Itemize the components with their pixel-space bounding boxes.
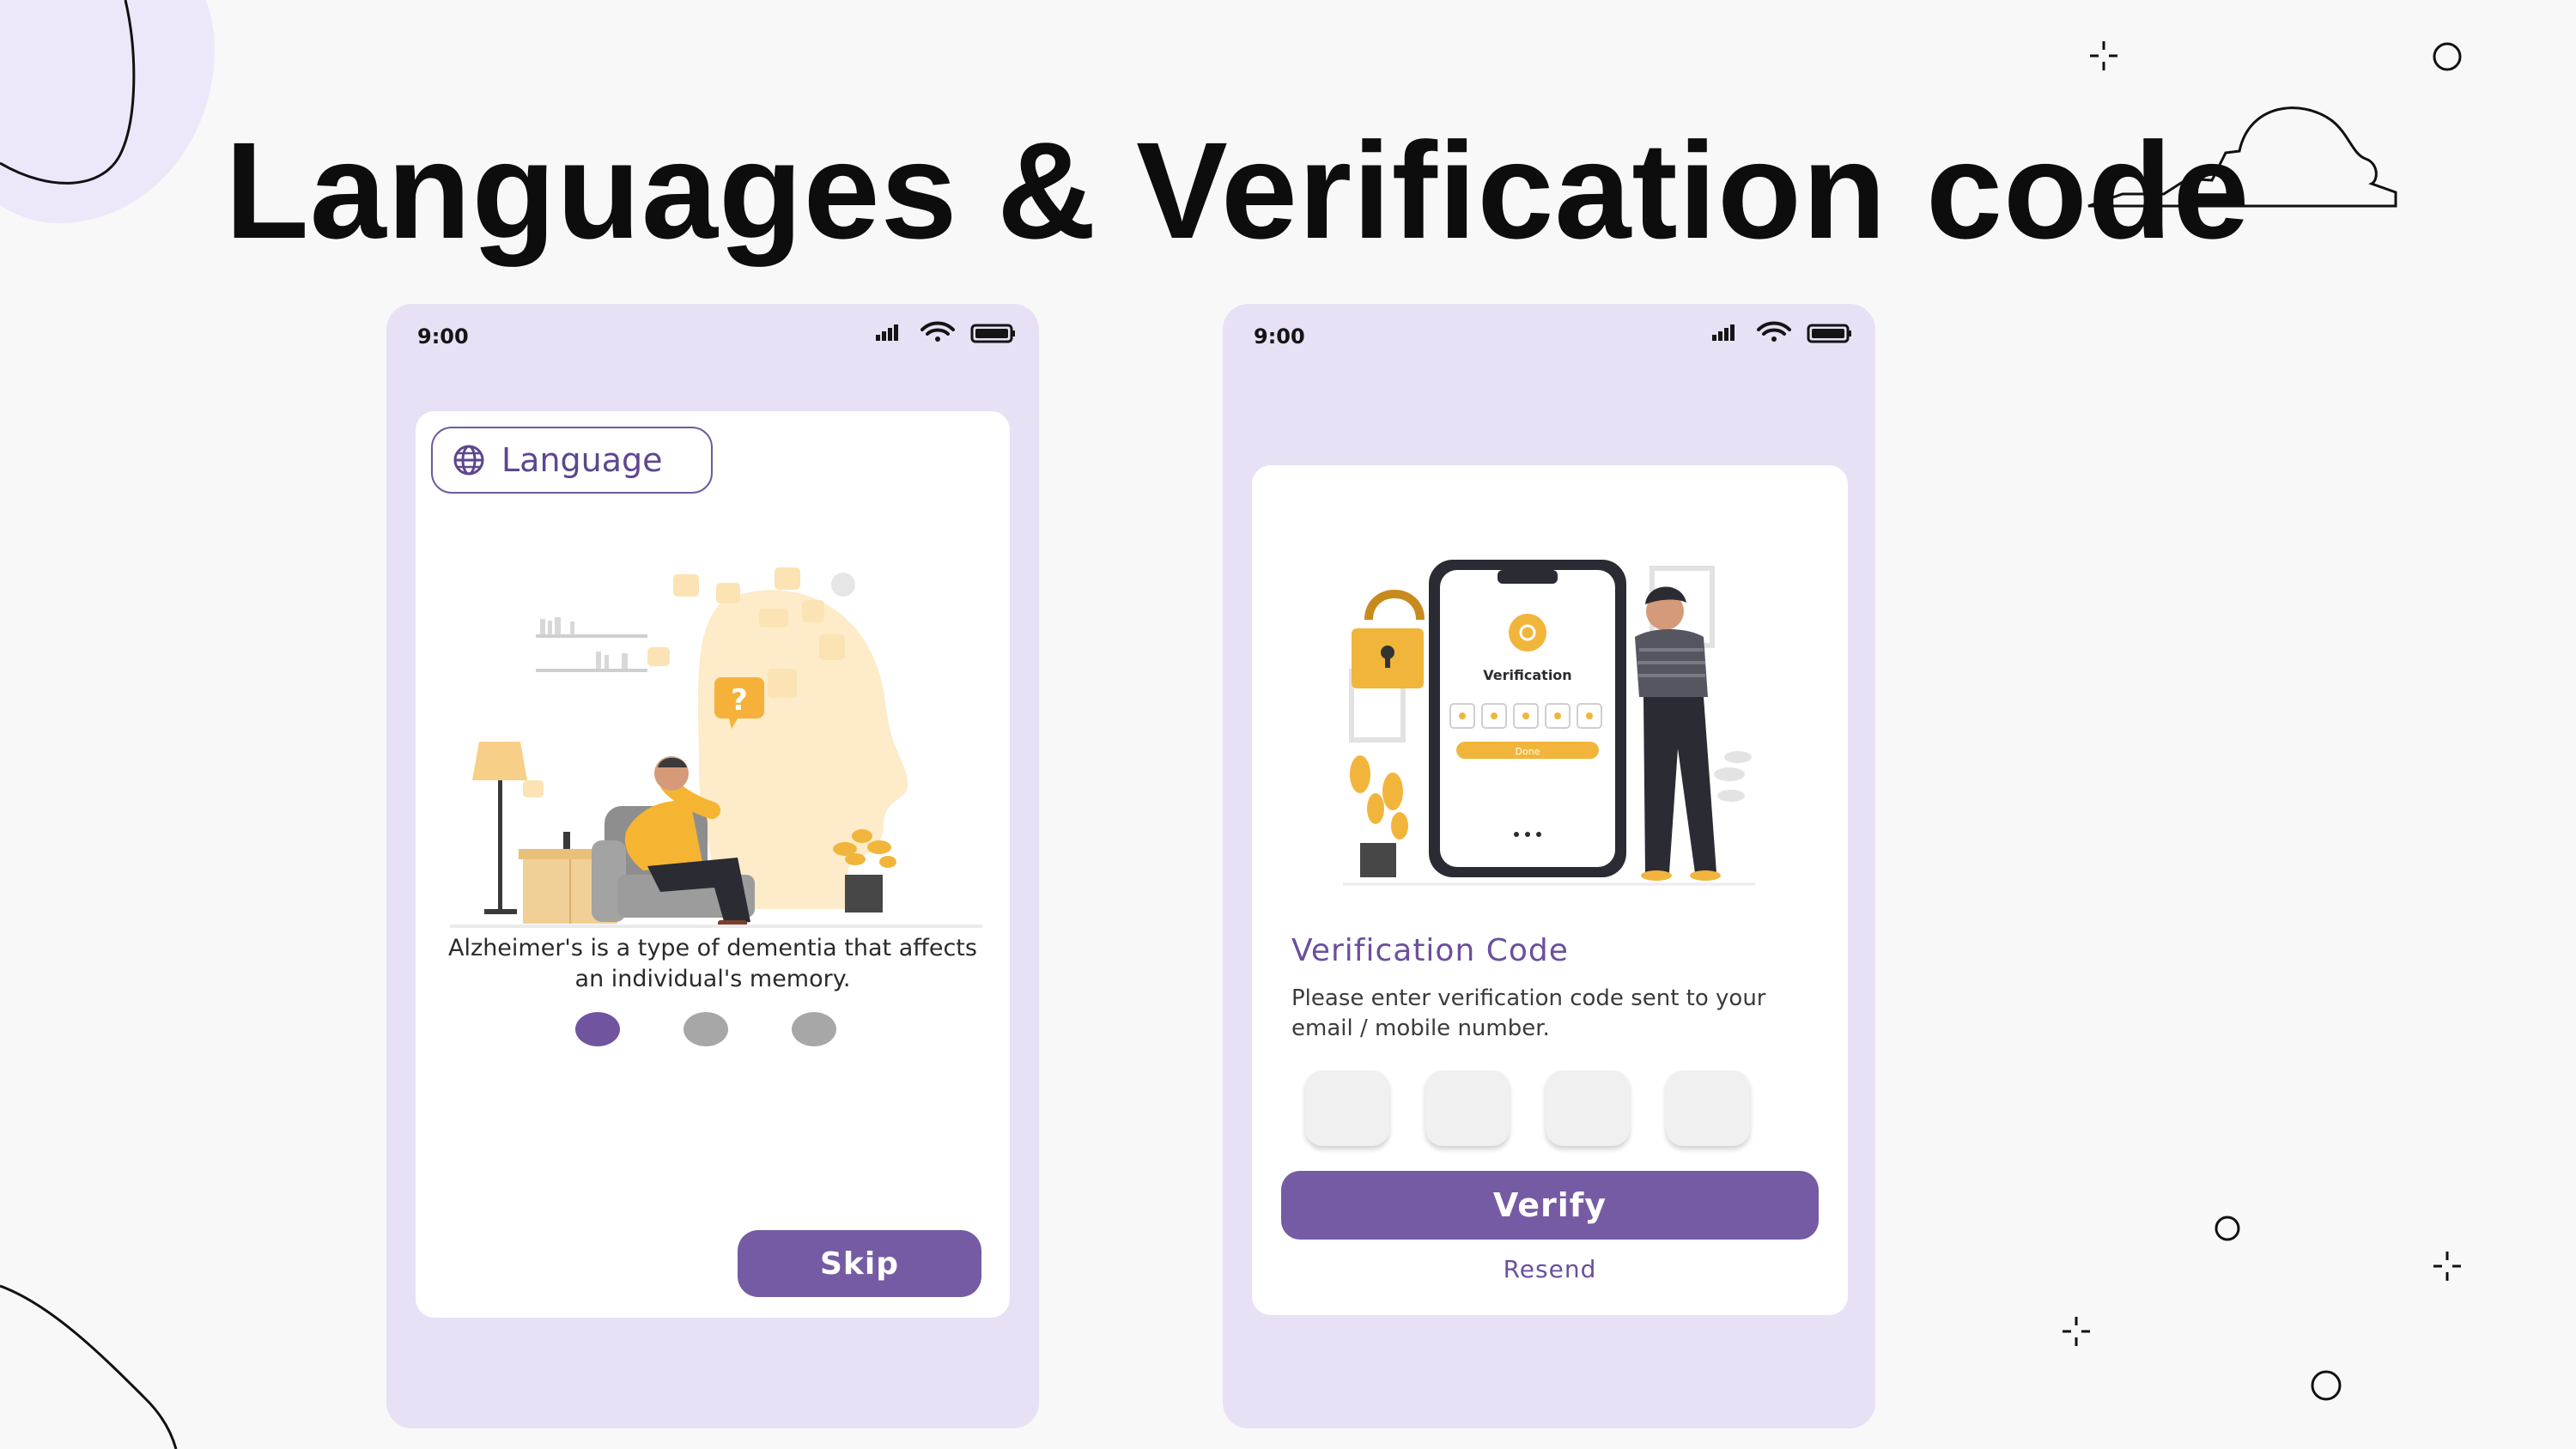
illustration-done: Done — [1516, 746, 1540, 757]
verify-button[interactable]: Verify — [1281, 1171, 1819, 1240]
signal-icon — [876, 324, 898, 341]
status-icons — [1712, 321, 1851, 343]
page-title: Languages & Verification code — [225, 113, 2251, 267]
resend-link[interactable]: Resend — [1252, 1255, 1848, 1283]
onboarding-card: Language ? Alzheimer's is a type of deme… — [416, 411, 1010, 1318]
otp-input-1[interactable] — [1305, 1070, 1389, 1146]
illustration-caption: Verification — [1483, 667, 1571, 683]
otp-input-4[interactable] — [1666, 1070, 1750, 1146]
battery-icon — [1807, 324, 1851, 343]
skip-button[interactable]: Skip — [738, 1230, 981, 1297]
verification-illustration: Verification Done — [1343, 560, 1755, 886]
wifi-icon — [1757, 321, 1791, 342]
page-dot-2[interactable] — [683, 1012, 728, 1046]
page-dot-1[interactable] — [575, 1012, 620, 1046]
wifi-icon — [920, 321, 955, 342]
alzheimer-illustration: ? — [450, 567, 982, 928]
status-icons — [876, 321, 1015, 343]
signal-icon — [1712, 324, 1735, 341]
globe-icon — [453, 445, 484, 476]
page-indicator — [575, 1012, 850, 1048]
svg-text:?: ? — [731, 683, 748, 718]
otp-input-2[interactable] — [1425, 1070, 1510, 1146]
page-dot-3[interactable] — [792, 1012, 836, 1046]
verification-heading: Verification Code — [1291, 933, 1569, 968]
phone-language-screen: 9:00 Language ? Alzheimer's is a type of… — [386, 304, 1039, 1428]
verification-card: Verification Done Verification Code Plea… — [1252, 465, 1848, 1315]
status-time: 9:00 — [417, 324, 469, 349]
status-time: 9:00 — [1254, 324, 1305, 349]
onboarding-description: Alzheimer's is a type of dementia that a… — [448, 935, 977, 992]
phone-verification-screen: 9:00 Verification Done Verification Code… — [1223, 304, 1875, 1428]
verification-description: Please enter verification code sent to y… — [1291, 985, 1766, 1041]
otp-input-3[interactable] — [1546, 1070, 1630, 1146]
battery-icon — [970, 324, 1015, 343]
language-label: Language — [501, 441, 663, 479]
language-button[interactable]: Language — [431, 427, 713, 494]
